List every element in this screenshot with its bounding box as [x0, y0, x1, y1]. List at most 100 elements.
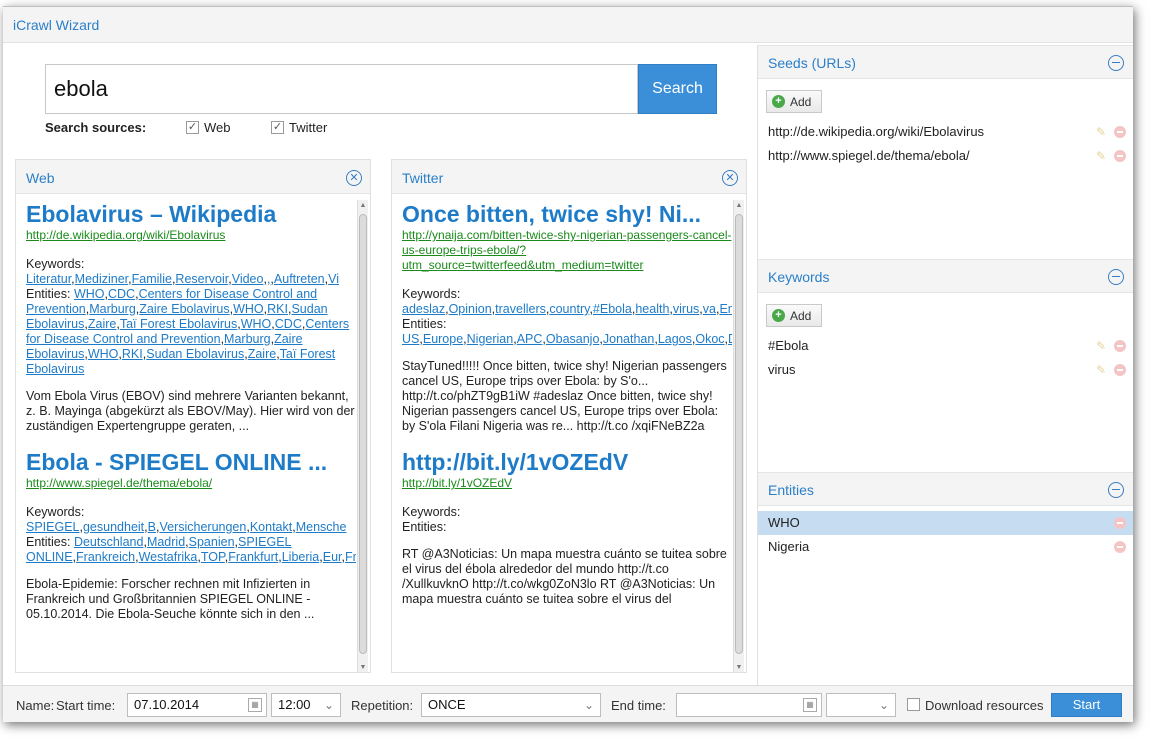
entity-link[interactable]: APC	[517, 332, 543, 346]
result-url-link[interactable]: http://bit.ly/1vOZEdV	[402, 476, 732, 491]
checkbox-checked-icon[interactable]: ✓	[271, 121, 284, 134]
result-title-link[interactable]: Ebolavirus – Wikipedia	[26, 200, 356, 228]
keyword-link[interactable]: Kontakt	[250, 520, 292, 534]
result-title-link[interactable]: Ebola - SPIEGEL ONLINE ...	[26, 448, 356, 476]
entity-link[interactable]: Zaire Ebolavirus	[139, 302, 229, 316]
collapse-icon[interactable]	[1108, 482, 1124, 498]
keyword-item[interactable]: virus ✎	[758, 358, 1133, 382]
scroll-down-icon[interactable]: ▼	[734, 662, 744, 672]
entity-link[interactable]: CDC	[275, 317, 302, 331]
scrollbar-thumb[interactable]	[735, 214, 743, 654]
remove-icon[interactable]	[1114, 517, 1126, 529]
entity-link[interactable]: TOP	[201, 550, 225, 564]
entity-link[interactable]: Okoc	[695, 332, 724, 346]
add-keyword-button[interactable]: + Add	[766, 304, 822, 327]
edit-icon[interactable]: ✎	[1096, 364, 1108, 376]
entity-link[interactable]: Marburg	[89, 302, 136, 316]
end-hour-select[interactable]: ⌄	[826, 693, 896, 717]
entity-link[interactable]: Taï Forest Ebolavirus	[120, 317, 237, 331]
entity-link[interactable]: Frankfurt	[228, 550, 278, 564]
keyword-link[interactable]: Opinion	[449, 302, 492, 316]
entity-link[interactable]: Lagos	[658, 332, 692, 346]
scroll-down-icon[interactable]: ▼	[358, 662, 368, 672]
keyword-link[interactable]: Reservoir	[175, 272, 228, 286]
result-url-link[interactable]: http://ynaija.com/bitten-twice-shy-niger…	[402, 228, 732, 273]
entity-link[interactable]: CDC	[108, 287, 135, 301]
collapse-icon[interactable]	[1108, 269, 1124, 285]
chevron-down-icon[interactable]: ⌄	[324, 694, 334, 716]
entity-link[interactable]: Jonathan	[603, 332, 654, 346]
entity-link[interactable]: WHO	[233, 302, 264, 316]
chevron-down-icon[interactable]: ⌄	[879, 694, 889, 716]
keyword-link[interactable]: B	[148, 520, 156, 534]
checkbox-checked-icon[interactable]: ✓	[186, 121, 199, 134]
web-scrollbar[interactable]: ▲ ▼	[357, 200, 368, 672]
remove-icon[interactable]	[1114, 541, 1126, 553]
search-input[interactable]	[46, 65, 637, 113]
keyword-link[interactable]: gesundheit	[83, 520, 144, 534]
result-url-link[interactable]: http://de.wikipedia.org/wiki/Ebolavirus	[26, 228, 356, 243]
keyword-item[interactable]: #Ebola ✎	[758, 334, 1133, 358]
entity-link[interactable]: Daniel	[728, 332, 732, 346]
result-title-link[interactable]: Once bitten, twice shy! Ni...	[402, 200, 732, 228]
keyword-link[interactable]: Auftreten	[274, 272, 325, 286]
calendar-icon[interactable]: ▦	[248, 698, 262, 712]
search-box[interactable]	[45, 64, 638, 114]
close-icon[interactable]: ✕	[722, 170, 738, 186]
keyword-link[interactable]: Vi	[328, 272, 339, 286]
start-date-field[interactable]: 07.10.2014 ▦	[127, 693, 267, 717]
keyword-link[interactable]: country	[549, 302, 589, 316]
remove-icon[interactable]	[1114, 126, 1126, 138]
entity-link[interactable]: WHO	[74, 287, 105, 301]
seed-item[interactable]: http://de.wikipedia.org/wiki/Ebolavirus …	[758, 120, 1133, 144]
entity-link[interactable]: Zaire	[88, 317, 116, 331]
entity-link[interactable]: Eur	[323, 550, 342, 564]
keyword-link[interactable]: Literatur	[26, 272, 71, 286]
collapse-icon[interactable]	[1108, 55, 1124, 71]
scrollbar-thumb[interactable]	[359, 214, 367, 654]
entity-link[interactable]: Spanien	[189, 535, 235, 549]
keyword-link[interactable]: Versicherungen	[159, 520, 246, 534]
entity-link[interactable]: Obasanjo	[546, 332, 600, 346]
edit-icon[interactable]: ✎	[1096, 340, 1108, 352]
entity-link[interactable]: Frankreich	[345, 550, 356, 564]
repetition-select[interactable]: ONCE ⌄	[421, 693, 601, 717]
scroll-up-icon[interactable]: ▲	[358, 200, 368, 212]
edit-icon[interactable]: ✎	[1096, 126, 1108, 138]
remove-icon[interactable]	[1114, 340, 1126, 352]
remove-icon[interactable]	[1114, 150, 1126, 162]
scroll-up-icon[interactable]: ▲	[734, 200, 744, 212]
remove-icon[interactable]	[1114, 364, 1126, 376]
entity-link[interactable]: US	[402, 332, 419, 346]
download-resources-checkbox[interactable]	[907, 698, 920, 711]
keyword-link[interactable]: Mediziner	[75, 272, 129, 286]
twitter-scrollbar[interactable]: ▲ ▼	[733, 200, 744, 672]
keyword-link[interactable]: travellers	[495, 302, 546, 316]
start-hour-select[interactable]: 12:00 ⌄	[271, 693, 341, 717]
seed-item[interactable]: http://www.spiegel.de/thema/ebola/ ✎	[758, 144, 1133, 168]
result-url-link[interactable]: http://www.spiegel.de/thema/ebola/	[26, 476, 356, 491]
keyword-link[interactable]: SPIEGEL	[26, 520, 80, 534]
entity-link[interactable]: Nigerian	[467, 332, 514, 346]
keyword-link[interactable]: health	[635, 302, 669, 316]
keyword-link[interactable]: #Ebola	[593, 302, 632, 316]
end-date-field[interactable]: ▦	[676, 693, 822, 717]
entity-link[interactable]: Westafrika	[139, 550, 198, 564]
result-title-link[interactable]: http://bit.ly/1vOZEdV	[402, 448, 732, 476]
keyword-link[interactable]: adeslaz	[402, 302, 445, 316]
keyword-link[interactable]: va	[703, 302, 716, 316]
entity-link[interactable]: Deutschland	[74, 535, 144, 549]
keyword-link[interactable]: Entertainment	[719, 302, 732, 316]
keyword-link[interactable]: Mensche	[296, 520, 347, 534]
entity-link[interactable]: Liberia	[282, 550, 320, 564]
keyword-link[interactable]: Familie	[132, 272, 172, 286]
keyword-link[interactable]: Video	[232, 272, 264, 286]
edit-icon[interactable]: ✎	[1096, 150, 1108, 162]
entity-link[interactable]: WHO	[241, 317, 272, 331]
keyword-link[interactable]: virus	[673, 302, 699, 316]
entity-link[interactable]: WHO	[88, 347, 119, 361]
calendar-icon[interactable]: ▦	[803, 698, 817, 712]
source-web-checkbox[interactable]: ✓ Web	[186, 120, 231, 135]
entity-item-selected[interactable]: WHO	[758, 511, 1133, 535]
entity-link[interactable]: RKI	[267, 302, 288, 316]
